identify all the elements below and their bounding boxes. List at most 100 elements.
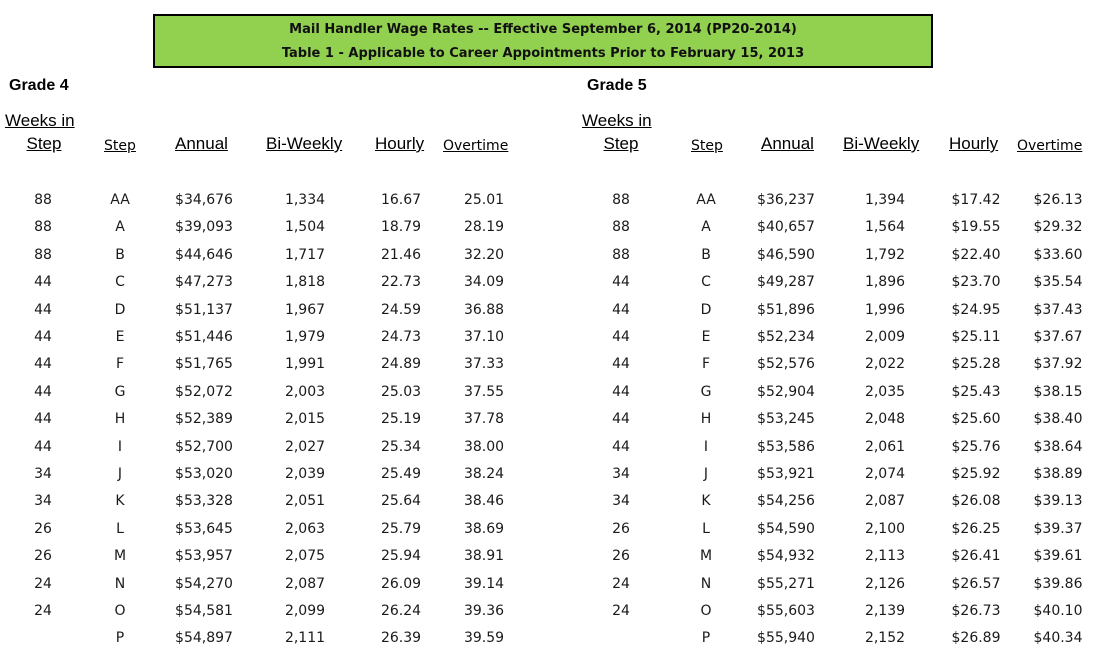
grade-5-cell-weeks: 44 [612, 438, 630, 455]
grade-4-cell-biweekly: 1,504 [284, 219, 326, 236]
grade-5-cell-hourly: $25.43 [951, 383, 1001, 400]
grade-4-cell-overtime: 34.09 [463, 274, 505, 291]
grade-5-cell-overtime: $29.32 [1033, 219, 1083, 236]
grade-4-cell-weeks: 44 [34, 329, 52, 345]
grade-5-cell-step: F [701, 356, 711, 373]
grade-4-cell-step: F [115, 356, 125, 373]
grade-5-cell-annual: $53,921 [757, 466, 815, 482]
grade-5-cell-overtime: $40.34 [1033, 630, 1083, 647]
grade-4-cell-biweekly: 1,818 [284, 274, 326, 291]
grade-4-cell-weeks: 88 [34, 192, 52, 208]
grade-4-cell-annual: $39,093 [175, 219, 233, 236]
grade-4-cell-step: K [115, 493, 125, 510]
grade-4-cell-overtime: 25.01 [463, 192, 505, 208]
grade-4-cell-overtime: 39.59 [463, 630, 505, 647]
grade-5-cell-step: D [700, 301, 712, 318]
grade-4-cell-step: AA [110, 192, 130, 208]
grade-4-cell-annual: $53,957 [175, 548, 233, 565]
grade-4-cell-annual: $52,700 [175, 438, 233, 455]
grade-5-cell-annual: $55,940 [757, 630, 815, 647]
grade-4-cell-hourly: 25.03 [380, 383, 422, 400]
grade-4-cell-hourly: 24.73 [380, 329, 422, 345]
grade-5-cell-step: A [701, 219, 711, 236]
grade-5-cell-weeks: 26 [612, 520, 630, 537]
grade-4-cell-annual: $54,581 [175, 603, 233, 619]
grade-5-title: Grade 5 [587, 77, 647, 94]
grade-5-cell-biweekly: 2,035 [864, 383, 906, 400]
grade-5-cell-step: I [703, 438, 709, 455]
grade-5-cell-overtime: $39.86 [1033, 575, 1083, 592]
grade-4-cell-hourly: 16.67 [380, 192, 422, 208]
grade-5-cell-overtime: $39.61 [1033, 548, 1083, 565]
grade-4-cell-biweekly: 2,087 [284, 575, 326, 592]
grade-5-cell-annual: $55,603 [757, 603, 815, 619]
grade-4-cell-biweekly: 2,051 [284, 493, 326, 510]
grade-4-header-hourly: Hourly [375, 134, 425, 153]
grade-5-cell-biweekly: 1,394 [864, 192, 906, 208]
grade-4-cell-annual: $52,072 [175, 383, 233, 400]
grade-5-cell-hourly: $25.28 [951, 356, 1001, 373]
grade-4-cell-weeks: 88 [34, 219, 52, 236]
grade-5-cell-annual: $36,237 [757, 192, 815, 208]
grade-5-cell-step: G [700, 383, 712, 400]
grade-4-cell-biweekly: 2,099 [284, 603, 326, 619]
grade-5-cell-overtime: $37.92 [1033, 356, 1083, 373]
grade-5-cell-annual: $55,271 [757, 575, 815, 592]
grade-4-cell-hourly: 24.89 [380, 356, 422, 373]
grade-5-cell-annual: $46,590 [757, 246, 815, 263]
grade-4-cell-annual: $44,646 [175, 246, 233, 263]
grade-4-cell-step: P [115, 630, 125, 647]
grade-4-cell-weeks: 24 [34, 603, 52, 619]
grade-5-cell-hourly: $26.41 [951, 548, 1001, 565]
grade-4-cell-biweekly: 1,334 [284, 192, 326, 208]
grade-5-cell-annual: $53,586 [757, 438, 815, 455]
banner-subtitle: Table 1 - Applicable to Career Appointme… [281, 46, 805, 61]
grade-4-cell-overtime: 39.36 [463, 603, 505, 619]
grade-5-cell-overtime: $33.60 [1033, 246, 1083, 263]
grade-4-cell-step: L [116, 520, 124, 537]
grade-4-cell-step: M [113, 548, 127, 565]
grade-4-cell-overtime: 37.10 [463, 329, 505, 345]
grade-4-cell-weeks: 44 [34, 411, 52, 428]
grade-5-cell-biweekly: 2,139 [864, 603, 906, 619]
grade-4-cell-weeks: 44 [34, 356, 52, 373]
grade-4-cell-hourly: 22.73 [380, 274, 422, 291]
grade-4-cell-weeks: 34 [34, 466, 52, 482]
grade-5-cell-weeks: 44 [612, 356, 630, 373]
grade-5-cell-weeks: 88 [612, 246, 630, 263]
grade-5-cell-weeks: 24 [612, 575, 630, 592]
grade-4-cell-overtime: 28.19 [463, 219, 505, 236]
grade-4-cell-step: D [114, 301, 126, 318]
grade-5-cell-annual: $52,576 [757, 356, 815, 373]
grade-5-cell-step: H [700, 411, 712, 428]
grade-4-cell-biweekly: 1,991 [284, 356, 326, 373]
grade-5-cell-weeks: 88 [612, 192, 630, 208]
grade-5-cell-biweekly: 2,048 [864, 411, 906, 428]
grade-5-cell-annual: $49,287 [757, 274, 815, 291]
banner-title: Mail Handler Wage Rates -- Effective Sep… [289, 22, 797, 37]
grade-4-cell-annual: $51,137 [175, 301, 233, 318]
grade-4-cell-overtime: 32.20 [463, 246, 505, 263]
grade-5-cell-biweekly: 2,022 [864, 356, 906, 373]
grade-5-cell-hourly: $26.57 [951, 575, 1001, 592]
grade-4-cell-overtime: 38.24 [463, 466, 505, 482]
grade-5-cell-overtime: $38.15 [1033, 383, 1083, 400]
grade-5-cell-overtime: $37.67 [1033, 329, 1083, 345]
grade-5-cell-step: E [701, 329, 711, 345]
grade-4-cell-step: E [115, 329, 125, 345]
grade-5-cell-biweekly: 2,009 [864, 329, 906, 345]
grade-5-cell-overtime: $39.37 [1033, 520, 1083, 537]
grade-5-cell-annual: $54,590 [757, 520, 815, 537]
grade-5-cell-annual: $53,245 [757, 411, 815, 428]
grade-5-cell-biweekly: 1,564 [864, 219, 906, 236]
grade-5-cell-hourly: $26.25 [951, 520, 1001, 537]
grade-4-cell-hourly: 25.49 [380, 466, 422, 482]
grade-4-cell-biweekly: 1,967 [284, 301, 326, 318]
grade-5-cell-weeks: 26 [612, 548, 630, 565]
grade-5-cell-annual: $54,932 [757, 548, 815, 565]
grade-5-cell-biweekly: 2,074 [864, 466, 906, 482]
grade-4-cell-step: B [115, 246, 125, 263]
grade-4-cell-step: G [114, 383, 126, 400]
grade-5-cell-weeks: 34 [612, 493, 630, 510]
grade-4-header-weeks-line1: Weeks in [5, 111, 75, 130]
